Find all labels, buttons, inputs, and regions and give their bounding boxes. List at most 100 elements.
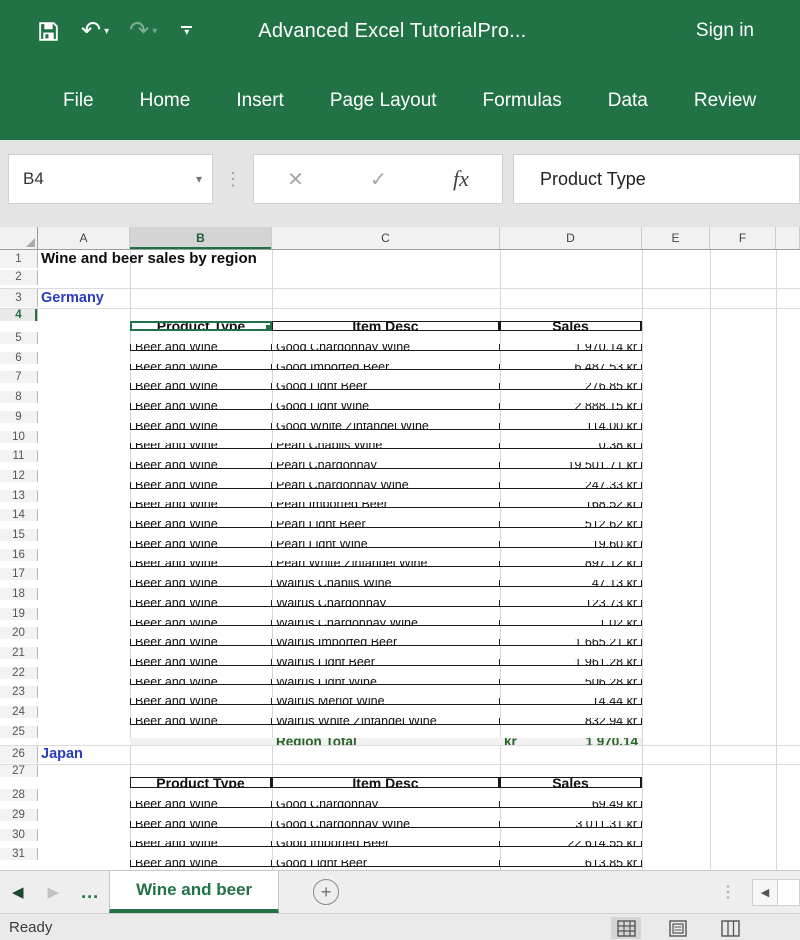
row-number[interactable]: 20 <box>0 627 38 639</box>
cell-sales[interactable]: 2 888,15 kr <box>500 403 642 410</box>
cell-product-type[interactable]: Beer and Wine <box>130 698 272 705</box>
cell-product-type[interactable]: Beer and Wine <box>130 679 272 686</box>
cell-product-type[interactable]: Beer and Wine <box>130 482 272 489</box>
cell-sales[interactable]: kr1 970,14 <box>500 738 642 745</box>
sign-in-button[interactable]: Sign in <box>696 20 754 42</box>
cell-sales[interactable]: 14,44 kr <box>500 698 642 705</box>
cell-product-type[interactable] <box>130 763 272 764</box>
cell-item-desc[interactable]: Good Imported Beer <box>272 364 500 371</box>
row-number[interactable]: 7 <box>0 371 38 383</box>
row-number[interactable]: 22 <box>0 667 38 679</box>
cell-sales[interactable]: 69,49 kr <box>500 801 642 808</box>
cell-product-type[interactable]: Beer and Wine <box>130 659 272 666</box>
row-number[interactable]: 1 <box>0 250 38 268</box>
cell-item-desc[interactable]: Walrus White Zinfandel Wine <box>272 718 500 725</box>
ribbon-tab[interactable]: Home <box>117 90 214 112</box>
cell-product-type[interactable]: Beer and Wine <box>130 383 272 390</box>
cell-item-desc[interactable]: Good Light Wine <box>272 403 500 410</box>
cell-item-desc[interactable] <box>272 763 500 764</box>
cell-item-desc[interactable]: Good White Zinfandel Wine <box>272 423 500 430</box>
row-number[interactable]: 11 <box>0 450 38 462</box>
cell-item-desc[interactable]: Walrus Chardonnay <box>272 600 500 607</box>
row-number[interactable]: 25 <box>0 726 38 738</box>
cell-col-a[interactable] <box>38 549 642 561</box>
cell-item-desc[interactable]: Pearl Chardonnay Wine <box>272 482 500 489</box>
cell-sales[interactable]: 0,38 kr <box>500 443 642 450</box>
redo-button[interactable]: ↷ ▾ <box>129 19 157 43</box>
cell-item-desc[interactable] <box>272 268 500 269</box>
cell-sales[interactable]: 613,85 kr <box>500 860 642 867</box>
cell-sales[interactable]: 1 665,21 kr <box>500 639 642 646</box>
horizontal-scrollbar[interactable]: ◀ <box>752 871 800 913</box>
cell-item-desc[interactable]: Good Chardonnay Wine <box>272 821 500 828</box>
cell-item-desc[interactable]: Region Total <box>272 738 500 745</box>
row-number[interactable]: 13 <box>0 490 38 502</box>
column-header[interactable] <box>776 227 800 249</box>
cell-sales[interactable]: 168,52 kr <box>500 502 642 509</box>
cell-sales[interactable]: 19 501,71 kr <box>500 462 642 469</box>
ribbon-tab[interactable]: Insert <box>213 90 307 112</box>
cell-item-desc[interactable]: Walrus Merlot Wine <box>272 698 500 705</box>
row-number[interactable]: 2 <box>0 270 38 285</box>
cell-col-a[interactable] <box>38 470 642 482</box>
cell-item-desc[interactable] <box>272 307 500 308</box>
cell-item-desc[interactable]: Good Chardonnay Wine <box>272 344 500 351</box>
cell-col-a[interactable] <box>38 726 642 738</box>
cell-product-type[interactable]: Beer and Wine <box>130 364 272 371</box>
cell-sales[interactable]: Sales <box>500 777 642 788</box>
cell-col-a[interactable]: Wine and beer sales by region <box>38 250 642 268</box>
cell-item-desc[interactable]: Walrus Chablis Wine <box>272 580 500 587</box>
cell-col-a[interactable] <box>38 309 642 321</box>
cell-product-type[interactable]: Beer and Wine <box>130 462 272 469</box>
cell-sales[interactable]: 832,94 kr <box>500 718 642 725</box>
cell-item-desc[interactable]: Good Light Beer <box>272 860 500 867</box>
column-header[interactable]: B <box>130 227 272 249</box>
redo-dropdown-icon[interactable]: ▾ <box>152 26 157 37</box>
row-number[interactable]: 9 <box>0 411 38 423</box>
row-number[interactable]: 29 <box>0 809 38 821</box>
cell-item-desc[interactable]: Pearl Chablis Wine <box>272 443 500 450</box>
name-box-dropdown-icon[interactable]: ▾ <box>196 172 202 186</box>
scroll-left-button[interactable]: ◀ <box>752 879 778 906</box>
row-number[interactable]: 15 <box>0 529 38 541</box>
row-number[interactable]: 21 <box>0 647 38 659</box>
row-number[interactable]: 5 <box>0 332 38 344</box>
cancel-button[interactable]: ✕ <box>287 167 304 192</box>
row-number[interactable]: 3 <box>0 289 38 306</box>
cell-sales[interactable]: 6 487,53 kr <box>500 364 642 371</box>
cell-col-a[interactable] <box>38 270 642 285</box>
cell-product-type[interactable]: Beer and Wine <box>130 423 272 430</box>
formula-input[interactable]: Product Type <box>513 154 800 204</box>
row-number[interactable]: 4 <box>0 309 38 321</box>
enter-button[interactable]: ✓ <box>370 167 387 192</box>
cell-item-desc[interactable]: Walrus Imported Beer <box>272 639 500 646</box>
cell-product-type[interactable]: Beer and Wine <box>130 443 272 450</box>
cell-col-a[interactable] <box>38 490 642 502</box>
row-number[interactable]: 31 <box>0 848 38 860</box>
cell-col-a[interactable] <box>38 809 642 821</box>
cell-col-a[interactable] <box>38 706 642 718</box>
more-sheets-button[interactable]: ... <box>71 871 109 913</box>
cell-item-desc[interactable]: Good Light Beer <box>272 383 500 390</box>
row-number[interactable]: 27 <box>0 765 38 777</box>
row-number[interactable]: 28 <box>0 789 38 801</box>
row-number[interactable]: 14 <box>0 509 38 521</box>
save-button[interactable] <box>36 19 61 44</box>
cell-product-type[interactable]: Beer and Wine <box>130 344 272 351</box>
ribbon-tab[interactable]: Formulas <box>460 90 585 112</box>
cell-sales[interactable]: Sales <box>500 321 642 331</box>
cell-product-type[interactable]: Beer and Wine <box>130 502 272 509</box>
cell-col-a[interactable] <box>38 608 642 620</box>
cell-product-type[interactable] <box>130 268 272 269</box>
cell-item-desc[interactable]: Walrus Light Wine <box>272 679 500 686</box>
cell-col-a[interactable] <box>38 647 642 659</box>
cell-item-desc[interactable]: Pearl White Zinfandel Wine <box>272 561 500 568</box>
column-header[interactable]: F <box>710 227 776 249</box>
cell-product-type[interactable]: Beer and Wine <box>130 718 272 725</box>
next-sheet-button[interactable]: ▶ <box>36 871 72 913</box>
row-number[interactable]: 10 <box>0 431 38 443</box>
cell-product-type[interactable]: Beer and Wine <box>130 521 272 528</box>
cell-product-type[interactable]: Beer and Wine <box>130 561 272 568</box>
cell-col-a[interactable] <box>38 411 642 423</box>
ribbon-tab[interactable]: Data <box>585 90 671 112</box>
